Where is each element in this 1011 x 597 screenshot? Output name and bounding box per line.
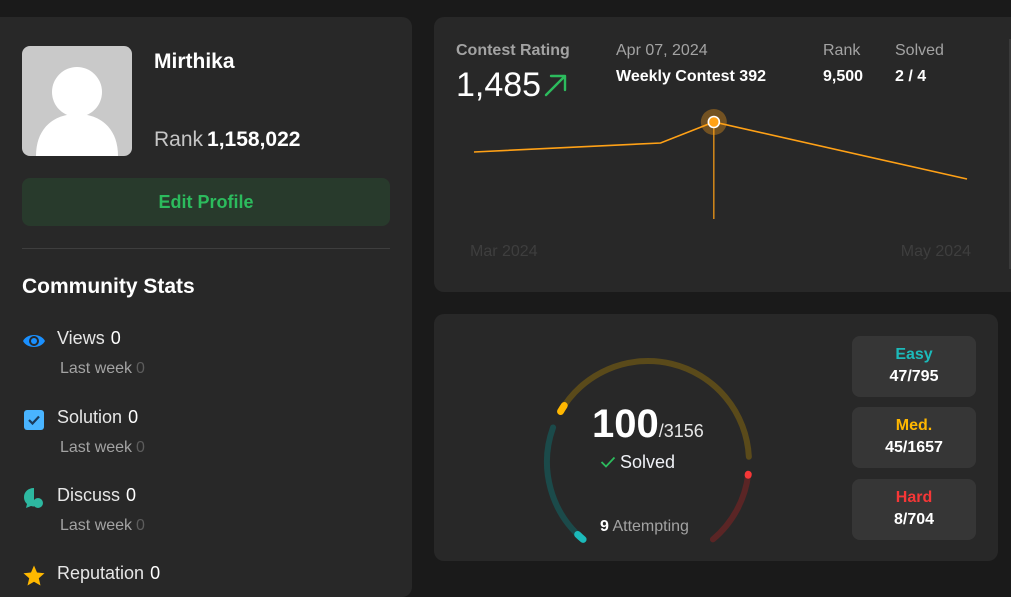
ring-track-easy — [547, 427, 583, 539]
rank-label: Rank — [154, 128, 203, 151]
username: Mirthika — [154, 50, 235, 74]
difficulty-count: 45/1657 — [852, 439, 976, 457]
stat-label: Solution — [57, 407, 122, 427]
x-tick-label: May 2024 — [901, 243, 971, 260]
difficulty-name: Easy — [852, 346, 976, 364]
avatar[interactable] — [22, 46, 132, 156]
stat-value: 0 — [126, 485, 136, 505]
problems-progress-card: 100/3156 Solved 9 Attempting Easy 47/795… — [434, 314, 998, 561]
chat-bubble-icon — [22, 486, 46, 510]
stat-week-value: 0 — [136, 439, 145, 456]
stat-week-label: Last week — [60, 360, 132, 377]
stat-label: Discuss — [57, 485, 120, 505]
contest-rating-chart[interactable]: Mar 2024 May 2024 — [434, 17, 1011, 292]
stat-value: 0 — [128, 407, 138, 427]
solved-label-row: Solved — [600, 452, 675, 473]
ring-track-hard — [713, 474, 748, 539]
profile-card: Mirthika Rank1,158,022 Edit Profile Comm… — [0, 17, 412, 597]
total-problems: /3156 — [659, 421, 704, 441]
profile-rank: Rank1,158,022 — [154, 128, 300, 152]
difficulty-name: Med. — [852, 417, 976, 435]
default-avatar-icon — [22, 46, 132, 156]
community-stats-title: Community Stats — [22, 275, 195, 299]
attempting-label: Attempting — [612, 518, 688, 535]
stat-label: Views — [57, 328, 105, 348]
checkbox-icon — [22, 408, 46, 432]
stat-week-label: Last week — [60, 439, 132, 456]
rating-point-highlighted — [708, 117, 719, 128]
difficulty-medium[interactable]: Med. 45/1657 — [852, 407, 976, 468]
check-icon — [600, 455, 616, 469]
difficulty-count: 47/795 — [852, 368, 976, 386]
eye-icon — [22, 329, 46, 353]
difficulty-easy[interactable]: Easy 47/795 — [852, 336, 976, 397]
ring-fill-easy — [578, 534, 583, 539]
difficulty-name: Hard — [852, 489, 976, 507]
stat-week-value: 0 — [136, 517, 145, 534]
solved-label: Solved — [620, 452, 675, 472]
difficulty-hard[interactable]: Hard 8/704 — [852, 479, 976, 540]
attempting-count: 9 — [600, 518, 609, 535]
contest-rating-card: Contest Rating 1,485 Apr 07, 2024 Weekly… — [434, 17, 1011, 292]
stat-label: Reputation — [57, 563, 144, 583]
stat-week-value: 0 — [136, 360, 145, 377]
rank-value: 1,158,022 — [207, 128, 300, 151]
divider — [22, 248, 390, 249]
difficulty-count: 8/704 — [852, 511, 976, 529]
stat-value: 0 — [111, 328, 121, 348]
ring-fill-med — [561, 406, 565, 412]
stat-week-label: Last week — [60, 517, 132, 534]
edit-profile-button[interactable]: Edit Profile — [22, 178, 390, 226]
stat-value: 0 — [150, 563, 160, 583]
attempting-row: 9 Attempting — [600, 518, 689, 536]
solved-total: 100/3156 — [592, 402, 704, 447]
x-tick-label: Mar 2024 — [470, 243, 538, 260]
solved-count: 100 — [592, 402, 659, 446]
star-icon — [22, 564, 46, 588]
